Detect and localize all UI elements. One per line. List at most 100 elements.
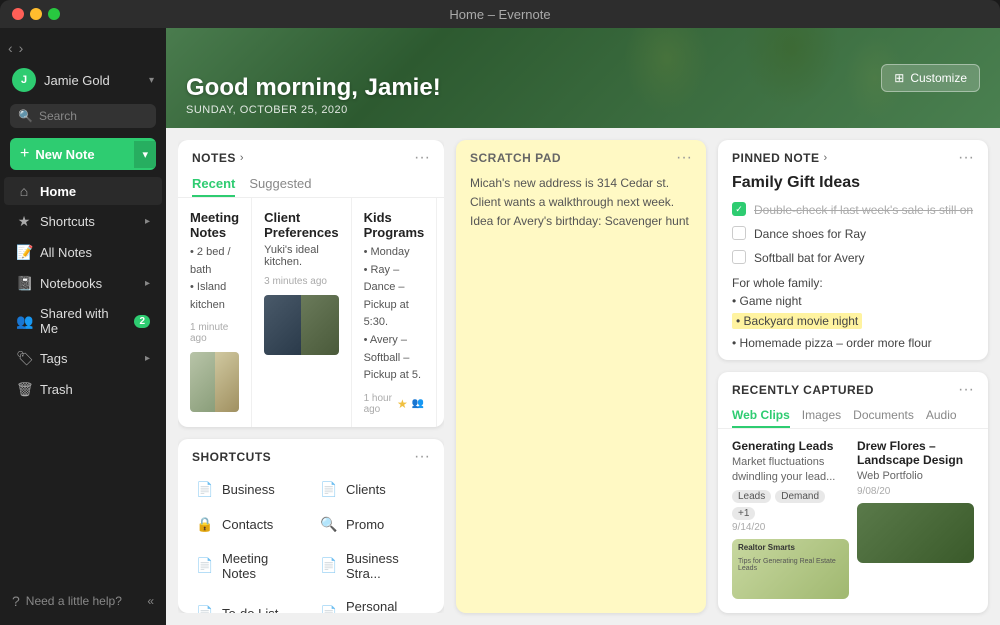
sidebar-item-home[interactable]: ⌂ Home [4, 177, 162, 205]
note-icons: ★ 👥 [397, 397, 424, 411]
note-time: 3 minutes ago [264, 276, 327, 287]
checkbox-checked[interactable] [732, 202, 746, 216]
pinned-item-text: Softball bat for Avery [754, 249, 865, 267]
shortcut-item[interactable]: 📄 Meeting Notes [188, 543, 310, 589]
thumb-label: Realtor Smarts [732, 539, 849, 556]
search-label: Search [39, 109, 77, 123]
note-bullet: Ray – Dance – Pickup at 5:30. [364, 262, 425, 332]
shortcut-item[interactable]: 📄 To-do List [188, 591, 310, 613]
rc-menu-icon[interactable]: ··· [958, 382, 974, 398]
rc-date: 9/08/20 [857, 486, 974, 497]
tab-audio[interactable]: Audio [926, 404, 957, 428]
sidebar-item-trash[interactable]: 🗑 Trash [4, 375, 162, 404]
checkbox-unchecked[interactable] [732, 250, 746, 264]
new-note-dropdown-icon[interactable]: ▾ [134, 141, 156, 168]
recently-captured-title: RECENTLY CAPTURED [732, 383, 874, 397]
window-title: Home – Evernote [449, 7, 550, 22]
note-item[interactable]: Client Preferences Yuki's ideal kitchen.… [252, 198, 351, 427]
notebooks-icon: 📓 [16, 275, 32, 292]
note-item[interactable]: Walkthrough Procedure Before each walkth… [437, 198, 444, 427]
checkbox-unchecked[interactable] [732, 226, 746, 240]
help-button[interactable]: ? Need a little help? « [0, 585, 166, 617]
sidebar-item-all-notes[interactable]: 📝 All Notes [4, 238, 162, 267]
shortcuts-header: SHORTCUTS ··· [178, 439, 444, 465]
pinned-section-label: For whole family: [718, 270, 988, 292]
pinned-note-title: Family Gift Ideas [718, 166, 988, 198]
shortcut-item[interactable]: 🔍 Promo [312, 508, 434, 541]
sidebar-item-label: Notebooks [40, 276, 137, 291]
minimize-button[interactable] [30, 8, 42, 20]
note-bullet: 2 bed / bath [190, 244, 239, 279]
user-name: Jamie Gold [44, 73, 141, 88]
rc-grid: Generating Leads Market fluctuations dwi… [718, 429, 988, 613]
new-note-main[interactable]: + New Note [10, 138, 134, 170]
scratch-menu-icon[interactable]: ··· [676, 150, 692, 166]
plus-icon: + [20, 145, 29, 163]
shortcut-item[interactable]: 📄 Business Stra... [312, 543, 434, 589]
note-item[interactable]: Kids Programs Monday Ray – Dance – Picku… [352, 198, 438, 427]
scratch-pad-content[interactable]: Micah's new address is 314 Cedar st. Cli… [456, 172, 706, 613]
sidebar-item-tags[interactable]: 🏷 Tags ▸ [4, 344, 162, 373]
shortcut-label: Promo [346, 517, 384, 532]
shortcut-label: Business Stra... [346, 551, 426, 581]
doc-icon: 📄 [320, 557, 338, 574]
rc-item[interactable]: Generating Leads Market fluctuations dwi… [732, 439, 849, 603]
shortcut-label: Business [222, 482, 275, 497]
sidebar-item-notebooks[interactable]: 📓 Notebooks ▸ [4, 269, 162, 298]
shortcut-item[interactable]: 📄 Business [188, 473, 310, 506]
shortcut-item[interactable]: 🔒 Contacts [188, 508, 310, 541]
shortcut-label: To-do List [222, 606, 278, 613]
tab-recent[interactable]: Recent [192, 172, 235, 197]
customize-button[interactable]: ⊞ Customize [881, 64, 980, 92]
sidebar: ‹ › J Jamie Gold ▾ 🔍 Search + New Note ▾… [0, 28, 166, 625]
shortcut-label: Meeting Notes [222, 551, 302, 581]
home-icon: ⌂ [16, 183, 32, 199]
maximize-button[interactable] [48, 8, 60, 20]
tab-suggested[interactable]: Suggested [249, 172, 311, 197]
tab-documents[interactable]: Documents [853, 404, 914, 428]
note-bullet: Island kitchen [190, 279, 239, 314]
sidebar-item-shared[interactable]: 👥 Shared with Me 2 [4, 300, 162, 342]
shortcut-item[interactable]: 📄 Personal Proj... [312, 591, 434, 613]
shortcuts-menu-icon[interactable]: ··· [414, 449, 430, 465]
content-grid: NOTES › ··· Recent Suggested Meeting Not… [166, 128, 1000, 625]
rc-item[interactable]: Drew Flores – Landscape Design Web Portf… [857, 439, 974, 603]
shortcut-item[interactable]: 📄 Clients [312, 473, 434, 506]
close-button[interactable] [12, 8, 24, 20]
shortcut-label: Clients [346, 482, 386, 497]
rc-item-title: Drew Flores – Landscape Design [857, 439, 974, 467]
note-meta: 3 minutes ago [264, 276, 338, 287]
notebooks-arrow-icon: ▸ [145, 278, 150, 289]
search-button[interactable]: 🔍 Search [10, 104, 156, 128]
pinned-checklist-item: Softball bat for Avery [718, 246, 988, 270]
sidebar-item-shortcuts[interactable]: ★ Shortcuts ▸ [4, 207, 162, 236]
tags-arrow-icon: ▸ [145, 353, 150, 364]
new-note-button[interactable]: + New Note ▾ [10, 138, 156, 170]
scratch-pad-title: SCRATCH PAD [470, 151, 561, 165]
nav-back-icon[interactable]: ‹ [8, 40, 13, 56]
pinned-checklist-item: Double-check if last week's sale is stil… [718, 198, 988, 222]
sidebar-collapse-icon[interactable]: « [147, 594, 154, 608]
right-column: PINNED NOTE › ··· Family Gift Ideas Doub… [718, 140, 988, 613]
user-profile[interactable]: J Jamie Gold ▾ [0, 60, 166, 100]
scratch-pad: SCRATCH PAD ··· Micah's new address is 3… [456, 140, 706, 613]
tab-images[interactable]: Images [802, 404, 841, 428]
note-meta: 1 hour ago ★ 👥 [364, 393, 425, 415]
note-thumbnail [190, 352, 239, 412]
pinned-menu-icon[interactable]: ··· [958, 150, 974, 166]
thumbnail-image2 [301, 295, 338, 355]
middle-column: SCRATCH PAD ··· Micah's new address is 3… [456, 140, 706, 613]
notes-title: NOTES [192, 151, 236, 165]
notes-menu-icon[interactable]: ··· [414, 150, 430, 166]
sidebar-item-label: Shared with Me [40, 306, 126, 336]
rc-tag: +1 [732, 507, 755, 520]
note-time: 1 minute ago [190, 322, 239, 344]
sidebar-item-label: Shortcuts [40, 214, 137, 229]
app-container: ‹ › J Jamie Gold ▾ 🔍 Search + New Note ▾… [0, 28, 1000, 625]
nav-forward-icon[interactable]: › [19, 40, 24, 56]
notes-grid: Meeting Notes 2 bed / bath Island kitche… [178, 198, 444, 427]
note-title: Meeting Notes [190, 210, 239, 240]
tab-web-clips[interactable]: Web Clips [732, 404, 790, 428]
shortcut-label: Contacts [222, 517, 273, 532]
note-item[interactable]: Meeting Notes 2 bed / bath Island kitche… [178, 198, 252, 427]
